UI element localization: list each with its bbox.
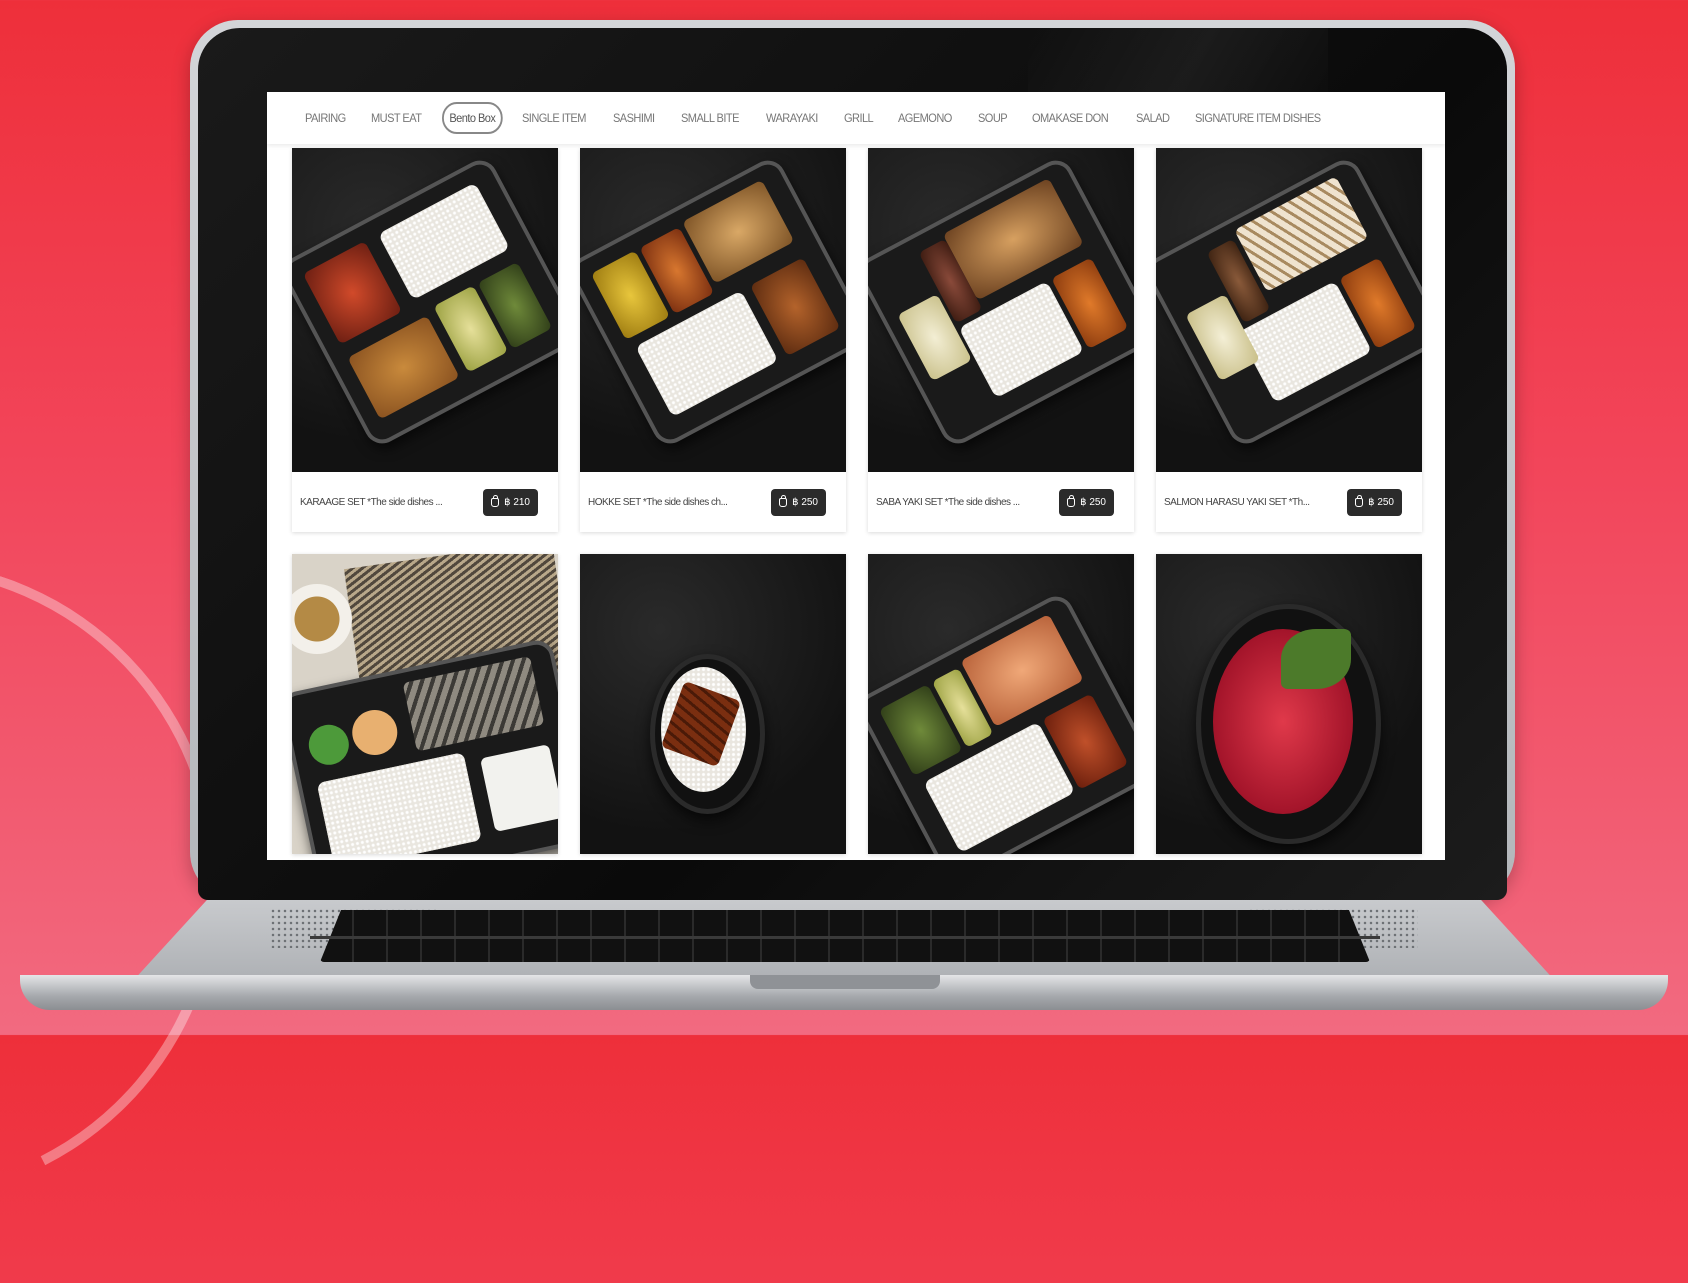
price-label: ฿ 210 bbox=[504, 496, 530, 508]
nav-item-pairing[interactable]: PAIRING bbox=[305, 111, 346, 125]
product-image[interactable] bbox=[292, 554, 558, 854]
product-card[interactable]: KARAAGE SET *The side dishes ... ฿ 210 bbox=[292, 148, 558, 532]
product-image[interactable] bbox=[580, 554, 846, 854]
product-card[interactable]: SABA YAKI SET *The side dishes ... ฿ 250 bbox=[868, 148, 1134, 532]
nav-item-must-eat[interactable]: MUST EAT bbox=[371, 111, 422, 125]
nav-item-agemono[interactable]: AGEMONO bbox=[898, 111, 952, 125]
product-name[interactable]: SABA YAKI SET *The side dishes ... bbox=[876, 497, 1020, 508]
price-label: ฿ 250 bbox=[1080, 496, 1106, 508]
price-label: ฿ 250 bbox=[792, 496, 818, 508]
shopping-bag-icon bbox=[1355, 494, 1364, 507]
shopping-bag-icon bbox=[491, 494, 500, 507]
add-to-cart-button[interactable]: ฿ 250 bbox=[1059, 488, 1114, 516]
product-name[interactable]: HOKKE SET *The side dishes ch... bbox=[588, 497, 727, 508]
product-card[interactable] bbox=[292, 554, 558, 854]
product-card[interactable] bbox=[1156, 554, 1422, 854]
nav-item-signature-item-dishes[interactable]: SIGNATURE ITEM DISHES bbox=[1195, 111, 1321, 125]
price-label: ฿ 250 bbox=[1368, 496, 1394, 508]
shopping-bag-icon bbox=[1067, 494, 1076, 507]
product-card[interactable]: SALMON HARASU YAKI SET *Th... ฿ 250 bbox=[1156, 148, 1422, 532]
product-card[interactable] bbox=[580, 554, 846, 854]
add-to-cart-button[interactable]: ฿ 250 bbox=[1347, 488, 1402, 516]
laptop-screen: PAIRING MUST EAT Bento Box SINGLE ITEM S… bbox=[267, 92, 1445, 860]
laptop-base bbox=[20, 900, 1668, 1020]
nav-item-soup[interactable]: SOUP bbox=[978, 111, 1008, 125]
product-image[interactable] bbox=[1156, 148, 1422, 472]
product-image[interactable] bbox=[868, 148, 1134, 472]
nav-item-small-bite[interactable]: SMALL BITE bbox=[681, 111, 739, 125]
product-image[interactable] bbox=[292, 148, 558, 472]
shopping-bag-icon bbox=[779, 494, 788, 507]
nav-item-omakase-don[interactable]: OMAKASE DON bbox=[1032, 111, 1109, 125]
product-image[interactable] bbox=[580, 148, 846, 472]
product-card[interactable] bbox=[868, 554, 1134, 854]
product-image[interactable] bbox=[868, 554, 1134, 854]
nav-item-sashimi[interactable]: SASHIMI bbox=[613, 111, 655, 125]
product-name[interactable]: KARAAGE SET *The side dishes ... bbox=[300, 497, 442, 508]
product-name[interactable]: SALMON HARASU YAKI SET *Th... bbox=[1164, 497, 1310, 508]
product-card[interactable]: HOKKE SET *The side dishes ch... ฿ 250 bbox=[580, 148, 846, 532]
add-to-cart-button[interactable]: ฿ 210 bbox=[483, 488, 538, 516]
nav-item-warayaki[interactable]: WARAYAKI bbox=[766, 111, 818, 125]
product-grid: KARAAGE SET *The side dishes ... ฿ 210 H… bbox=[292, 148, 1427, 854]
nav-item-salad[interactable]: SALAD bbox=[1136, 111, 1170, 125]
nav-item-single-item[interactable]: SINGLE ITEM bbox=[522, 111, 586, 125]
category-nav: PAIRING MUST EAT Bento Box SINGLE ITEM S… bbox=[267, 92, 1445, 144]
product-image[interactable] bbox=[1156, 554, 1422, 854]
nav-item-bento-box[interactable]: Bento Box bbox=[442, 102, 503, 134]
add-to-cart-button[interactable]: ฿ 250 bbox=[771, 488, 826, 516]
nav-item-grill[interactable]: GRILL bbox=[844, 111, 874, 125]
